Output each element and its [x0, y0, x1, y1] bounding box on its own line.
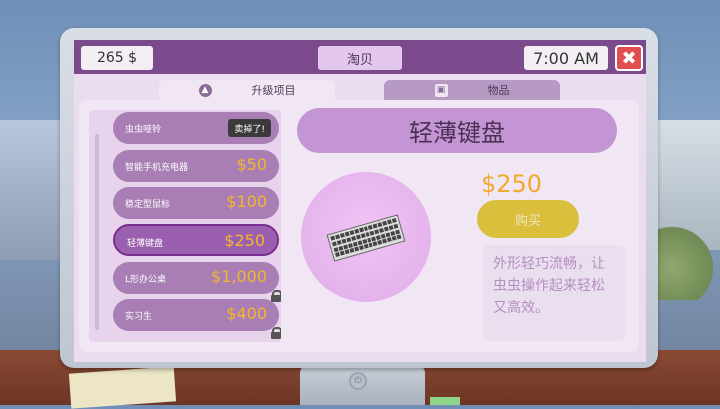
product-description: 外形轻巧流畅，让虫虫操作起来轻松又高效。: [483, 245, 625, 341]
upgrade-item-phone-charger[interactable]: 智能手机充电器 $50: [113, 150, 279, 182]
store-title: 淘贝: [318, 46, 402, 70]
lock-icon: [271, 290, 281, 302]
tab-upgrades[interactable]: ▲ 升级项目: [159, 80, 335, 100]
upgrade-item-label: 虫虫哑铃: [125, 125, 162, 135]
tab-upgrades-label: 升级项目: [251, 84, 296, 97]
background-window-left: [0, 120, 62, 260]
arrow-up-icon: ▲: [198, 83, 212, 97]
money-display: 265 $: [81, 46, 153, 70]
shop-screen: 265 $ 淘贝 7:00 AM ✖ ▲ 升级项目 ▣ 物品 虫虫哑铃 卖掉了!…: [74, 40, 646, 362]
close-button[interactable]: ✖: [615, 45, 643, 71]
close-icon: ✖: [621, 47, 637, 69]
upgrades-panel: 虫虫哑铃 卖掉了! 智能手机充电器 $50 稳定型鼠标 $100 轻薄键盘 $2…: [79, 100, 639, 352]
tab-items-label: 物品: [487, 84, 510, 97]
product-image: [301, 172, 431, 302]
top-bar: 265 $ 淘贝 7:00 AM ✖: [74, 40, 646, 74]
upgrade-item-price: $100: [226, 192, 267, 211]
upgrade-item-label: 轻薄键盘: [127, 239, 164, 249]
upgrade-item-label: 实习生: [125, 312, 153, 322]
buy-button[interactable]: 购买: [477, 200, 579, 238]
product-price: $250: [481, 170, 543, 198]
list-scrollbar[interactable]: [95, 134, 99, 330]
upgrade-item-mouse[interactable]: 稳定型鼠标 $100: [113, 187, 279, 219]
lock-icon: [271, 327, 281, 339]
upgrade-item-keyboard[interactable]: 轻薄键盘 $250: [113, 224, 279, 256]
upgrade-item-dumbbell[interactable]: 虫虫哑铃 卖掉了!: [113, 112, 279, 144]
keyboard-icon: [326, 214, 406, 262]
upgrade-item-price: $50: [236, 155, 267, 174]
upgrade-item-label: L形办公桌: [125, 275, 167, 285]
upgrade-list: 虫虫哑铃 卖掉了! 智能手机充电器 $50 稳定型鼠标 $100 轻薄键盘 $2…: [89, 110, 281, 342]
green-note: [430, 397, 460, 405]
upgrade-item-label: 智能手机充电器: [125, 163, 189, 173]
sticky-note: [68, 366, 177, 409]
upgrade-item-price: $400: [226, 304, 267, 323]
tab-items[interactable]: ▣ 物品: [384, 80, 560, 100]
upgrade-item-intern[interactable]: 实习生 $400: [113, 299, 281, 339]
box-icon: ▣: [434, 83, 448, 97]
sold-out-badge: 卖掉了!: [228, 119, 271, 137]
upgrade-item-price: $1,000: [211, 267, 267, 286]
upgrade-item-price: $250: [224, 231, 265, 250]
power-button-icon: ⏻: [349, 372, 367, 390]
clock-display: 7:00 AM: [524, 46, 608, 70]
upgrade-item-desk[interactable]: L形办公桌 $1,000: [113, 262, 281, 302]
product-title: 轻薄键盘: [297, 108, 617, 153]
upgrade-item-label: 稳定型鼠标: [125, 200, 171, 210]
